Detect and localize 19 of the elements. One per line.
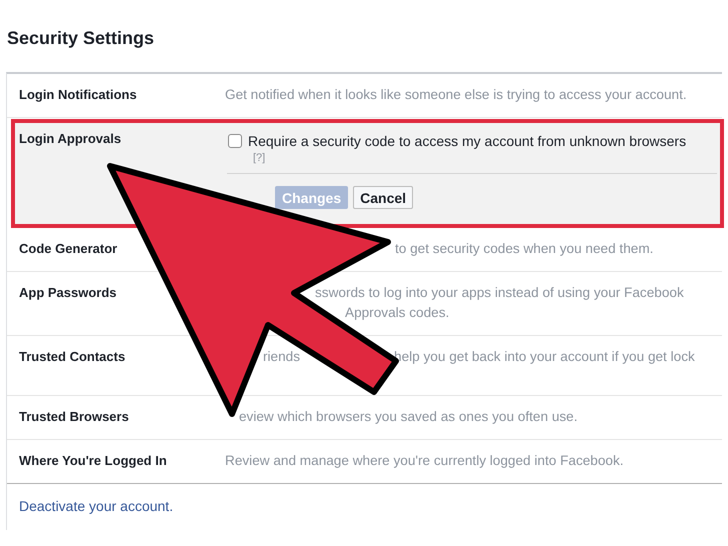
checkbox-label[interactable]: Require a security code to access my account from unknown browsers bbox=[248, 131, 686, 151]
deactivate-link[interactable]: Deactivate your account. bbox=[19, 498, 174, 514]
setting-description: to get security codes when you need them. bbox=[395, 240, 654, 258]
setting-label[interactable]: App Passwords bbox=[19, 285, 117, 300]
setting-label[interactable]: Login Notifications bbox=[19, 87, 137, 102]
checkbox[interactable] bbox=[228, 134, 242, 148]
setting-description: riends bbox=[263, 348, 300, 366]
page-title: Security Settings bbox=[6, 27, 156, 50]
cancel-button[interactable]: Cancel bbox=[353, 186, 414, 209]
setting-label[interactable]: Where You're Logged In bbox=[19, 453, 167, 468]
setting-label[interactable]: Login Approvals bbox=[19, 131, 122, 146]
setting-description: Get notified when it looks like someone else is trying to access your account. bbox=[225, 86, 687, 104]
setting-description: eview which browsers you saved as ones you often use. bbox=[239, 408, 578, 426]
setting-description: Review and manage where you're currently logged into Facebook. bbox=[225, 452, 624, 470]
setting-label[interactable]: Trusted Browsers bbox=[19, 409, 129, 424]
setting-label[interactable]: Code Generator bbox=[19, 241, 118, 256]
setting-description: sswords to log into your apps instead of using your Facebook bbox=[315, 284, 684, 302]
setting-description: Approvals codes. bbox=[345, 304, 450, 322]
setting-label[interactable]: Trusted Contacts bbox=[19, 349, 126, 364]
